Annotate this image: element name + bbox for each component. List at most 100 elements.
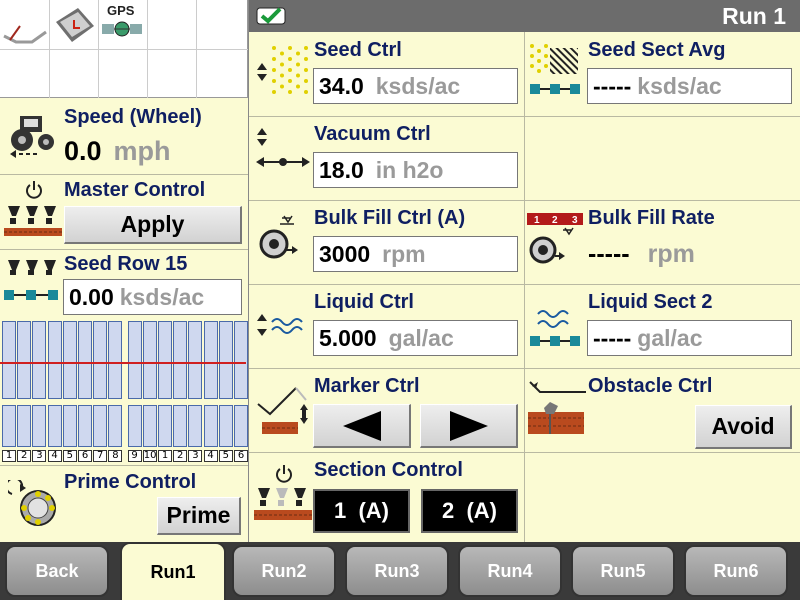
row-number: 8	[108, 450, 123, 462]
row-bar-lower	[2, 405, 16, 447]
display-unit-icon[interactable]	[50, 4, 96, 51]
arrow-right-icon	[449, 410, 488, 441]
row-bar	[32, 321, 47, 447]
tab-run2[interactable]: Run2	[232, 545, 336, 597]
row-number: 6	[78, 450, 92, 462]
row-bar-upper	[173, 321, 188, 399]
row-number: 3	[32, 450, 47, 462]
master-control-label: Master Control	[64, 179, 206, 201]
section-2-button[interactable]: 2 (A)	[421, 489, 518, 533]
gps-satellite-icon[interactable]	[100, 16, 146, 47]
prime-button[interactable]: Prime	[157, 497, 241, 535]
seed-ctrl-unit: ksds/ac	[375, 72, 461, 99]
liquid-adjust-icon[interactable]	[256, 312, 308, 343]
row-bar-lower	[188, 405, 203, 447]
tab-run5[interactable]: Run5	[571, 545, 675, 597]
liquid-sect-value-box[interactable]: ----- gal/ac	[587, 320, 792, 356]
row-bar	[17, 321, 32, 447]
bulk-fill-ctrl-value: 3000	[319, 240, 371, 267]
row-bar-upper	[142, 321, 157, 399]
tab-back[interactable]: Back	[5, 545, 109, 597]
bulk-fill-bar-label-3: 3	[572, 215, 578, 226]
marker-icon	[256, 384, 312, 445]
seed-row-label: Seed Row 15	[64, 253, 188, 275]
marker-left-button[interactable]	[313, 404, 411, 448]
row-bar-lower	[62, 405, 77, 447]
tab-run3[interactable]: Run3	[345, 545, 449, 597]
row-bar-lower	[158, 405, 172, 447]
row-number: 1	[2, 450, 16, 462]
tab-run6[interactable]: Run6	[684, 545, 788, 597]
bulk-fill-rate-unit: rpm	[647, 240, 695, 268]
adjust-arrows-icon[interactable]	[256, 127, 268, 152]
row-bar	[108, 321, 123, 447]
obstacle-ctrl-label: Obstacle Ctrl	[588, 375, 713, 397]
speed-value: 0.0	[64, 136, 102, 166]
row-number: 1	[158, 450, 172, 462]
section-1-button[interactable]: 1 (A)	[313, 489, 410, 533]
seed-dots-icon	[270, 44, 310, 101]
row-bar	[127, 321, 142, 447]
vacuum-ctrl-value: 18.0	[319, 156, 364, 183]
bulk-fill-rate-label: Bulk Fill Rate	[588, 207, 715, 229]
row-bar	[142, 321, 157, 447]
liquid-ctrl-value-box[interactable]: 5.000 gal/ac	[313, 320, 518, 356]
vacuum-ctrl-unit: in h2o	[375, 156, 444, 183]
row-bar	[218, 321, 233, 447]
row-bar	[62, 321, 77, 447]
row-bar	[203, 321, 218, 447]
status-grid: GPS	[0, 0, 248, 98]
row-bar-lower	[32, 405, 47, 447]
row-bar-lower	[218, 405, 233, 447]
apply-button[interactable]: Apply	[64, 206, 242, 244]
speed-readout: 0.0 mph	[64, 136, 171, 167]
bulk-fill-ctrl-value-box[interactable]: 3000 rpm	[313, 236, 518, 272]
row-bar	[2, 321, 16, 447]
row-bar-upper	[32, 321, 47, 399]
row-number: 9	[127, 450, 142, 462]
tab-run1[interactable]: Run1	[120, 542, 226, 600]
row-number: 4	[203, 450, 218, 462]
marker-ctrl-label: Marker Ctrl	[314, 375, 420, 397]
row-number: 10	[142, 450, 157, 462]
row-bar-lower	[203, 405, 218, 447]
row-bar-upper	[158, 321, 172, 399]
arrow-left-icon	[342, 410, 381, 441]
row-bar-lower	[93, 405, 108, 447]
row-bar	[188, 321, 203, 447]
green-check-icon[interactable]	[256, 5, 288, 32]
row-bar-upper	[127, 321, 142, 399]
seed-ctrl-label: Seed Ctrl	[314, 39, 402, 61]
row-bar-upper	[47, 321, 62, 399]
row-bar	[234, 321, 248, 447]
seed-sect-avg-value: -----	[593, 72, 632, 99]
seed-sect-avg-value-box[interactable]: ----- ksds/ac	[587, 68, 792, 104]
bulk-fill-ctrl-unit: rpm	[382, 240, 426, 267]
avoid-button[interactable]: Avoid	[695, 405, 792, 449]
power-icon	[24, 180, 44, 205]
section-planter-icon	[254, 486, 312, 527]
bulk-fill-fan-icon	[258, 214, 308, 269]
vacuum-ctrl-value-box[interactable]: 18.0 in h2o	[313, 152, 518, 188]
vacuum-ctrl-label: Vacuum Ctrl	[314, 123, 431, 145]
seed-sect-avg-label: Seed Sect Avg	[588, 39, 726, 61]
prime-control-label: Prime Control	[64, 471, 197, 493]
seed-sect-avg-unit: ksds/ac	[637, 72, 722, 99]
marker-right-button[interactable]	[420, 404, 518, 448]
row-bar-upper	[78, 321, 92, 399]
seed-row-unit: ksds/ac	[119, 283, 205, 310]
row-number: 6	[234, 450, 248, 462]
tab-run4[interactable]: Run4	[458, 545, 562, 597]
page-title: Run 1	[722, 3, 786, 29]
row-bar-upper	[188, 321, 203, 399]
bulk-fill-bar-label-2: 2	[552, 215, 558, 226]
seed-row-value: 0.00	[69, 283, 114, 310]
implement-lift-icon[interactable]	[2, 18, 48, 53]
obstacle-icon	[528, 378, 588, 445]
seed-ctrl-value-box[interactable]: 34.0 ksds/ac	[313, 68, 518, 104]
row-bar	[78, 321, 92, 447]
seed-row-value-box[interactable]: 0.00 ksds/ac	[63, 279, 242, 315]
seed-section-icon	[528, 42, 584, 105]
row-bar-upper	[108, 321, 123, 399]
adjust-arrows-icon[interactable]	[256, 62, 268, 87]
